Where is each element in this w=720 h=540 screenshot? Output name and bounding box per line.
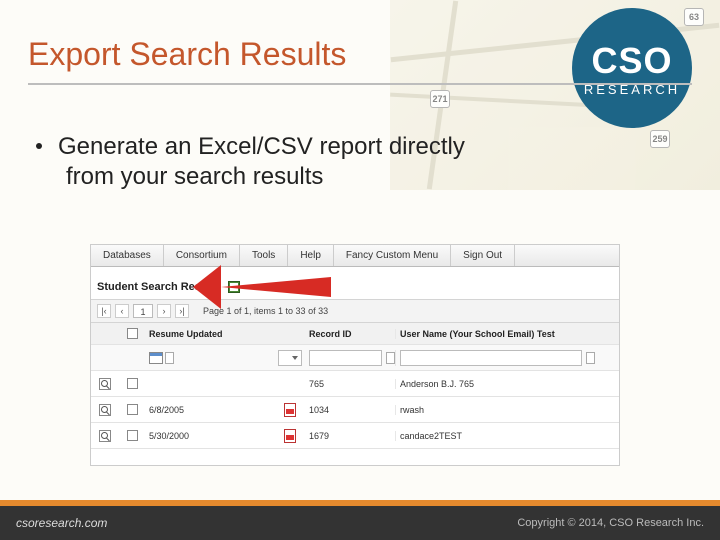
cell-date: 5/30/2000 bbox=[145, 431, 275, 441]
pdf-icon[interactable] bbox=[284, 403, 296, 417]
app-screenshot: Databases Consortium Tools Help Fancy Cu… bbox=[90, 244, 620, 466]
pager-page-input[interactable]: 1 bbox=[133, 304, 153, 318]
menu-databases[interactable]: Databases bbox=[91, 245, 164, 266]
row-checkbox[interactable] bbox=[127, 430, 138, 441]
view-row-icon[interactable] bbox=[99, 378, 111, 390]
route-shield: 271 bbox=[430, 90, 450, 108]
col-resume-updated[interactable]: Resume Updated bbox=[145, 329, 275, 339]
table-row: 5/30/2000 1679 candace2TEST bbox=[91, 423, 619, 449]
cell-rid: 765 bbox=[305, 379, 395, 389]
col-record-id[interactable]: Record ID bbox=[305, 329, 395, 339]
title-rule bbox=[28, 83, 692, 85]
cell-rid: 1679 bbox=[305, 431, 395, 441]
cell-rid: 1034 bbox=[305, 405, 395, 415]
filter-select[interactable] bbox=[278, 350, 302, 366]
route-shield: 259 bbox=[650, 130, 670, 148]
row-checkbox[interactable] bbox=[127, 404, 138, 415]
view-row-icon[interactable] bbox=[99, 430, 111, 442]
pager-next-button[interactable]: › bbox=[157, 304, 171, 318]
select-all-checkbox[interactable] bbox=[127, 328, 138, 339]
results-grid: Resume Updated Record ID User Name (Your… bbox=[91, 323, 619, 449]
cell-uname: rwash bbox=[395, 405, 595, 415]
view-row-icon[interactable] bbox=[99, 404, 111, 416]
footer: csoresearch.com Copyright © 2014, CSO Re… bbox=[0, 506, 720, 540]
grid-filter-row bbox=[91, 345, 619, 371]
table-row: 6/8/2005 1034 rwash bbox=[91, 397, 619, 423]
callout-arrow-icon bbox=[221, 277, 331, 297]
pager-first-button[interactable]: |‹ bbox=[97, 304, 111, 318]
filter-username-input[interactable] bbox=[400, 350, 582, 366]
filter-icon[interactable] bbox=[165, 352, 174, 364]
pager-status: Page 1 of 1, items 1 to 33 of 33 bbox=[203, 306, 328, 316]
menu-consortium[interactable]: Consortium bbox=[164, 245, 240, 266]
footer-copyright: Copyright © 2014, CSO Research Inc. bbox=[517, 517, 704, 529]
pager-prev-button[interactable]: ‹ bbox=[115, 304, 129, 318]
bullet-dot-icon bbox=[36, 143, 42, 149]
filter-icon[interactable] bbox=[586, 352, 595, 364]
pager: |‹ ‹ 1 › ›| Page 1 of 1, items 1 to 33 o… bbox=[91, 299, 619, 323]
menu-signout[interactable]: Sign Out bbox=[451, 245, 515, 266]
cell-uname: candace2TEST bbox=[395, 431, 595, 441]
bullet-item: Generate an Excel/CSV report directly fr… bbox=[36, 132, 465, 192]
menu-tools[interactable]: Tools bbox=[240, 245, 288, 266]
bullet-line2: from your search results bbox=[66, 162, 465, 192]
results-heading: Student Search Results bbox=[91, 267, 619, 299]
pager-last-button[interactable]: ›| bbox=[175, 304, 189, 318]
filter-icon[interactable] bbox=[386, 352, 395, 364]
cell-uname: Anderson B.J. 765 bbox=[395, 379, 595, 389]
cso-logo: CSO RESEARCH bbox=[572, 8, 692, 128]
col-user-name[interactable]: User Name (Your School Email) Test bbox=[395, 329, 595, 339]
route-shield: 63 bbox=[684, 8, 704, 26]
row-checkbox[interactable] bbox=[127, 378, 138, 389]
cell-date: 6/8/2005 bbox=[145, 405, 275, 415]
footer-site: csoresearch.com bbox=[16, 516, 107, 530]
menu-bar: Databases Consortium Tools Help Fancy Cu… bbox=[91, 245, 619, 267]
grid-header: Resume Updated Record ID User Name (Your… bbox=[91, 323, 619, 345]
logo-main: CSO bbox=[591, 40, 672, 82]
bullet-line1: Generate an Excel/CSV report directly bbox=[58, 133, 465, 160]
filter-record-id-input[interactable] bbox=[309, 350, 382, 366]
pdf-icon[interactable] bbox=[284, 429, 296, 443]
menu-fancy[interactable]: Fancy Custom Menu bbox=[334, 245, 451, 266]
table-row: 765 Anderson B.J. 765 bbox=[91, 371, 619, 397]
menu-help[interactable]: Help bbox=[288, 245, 334, 266]
slide-title: Export Search Results bbox=[28, 36, 346, 73]
calendar-icon[interactable] bbox=[149, 352, 163, 364]
